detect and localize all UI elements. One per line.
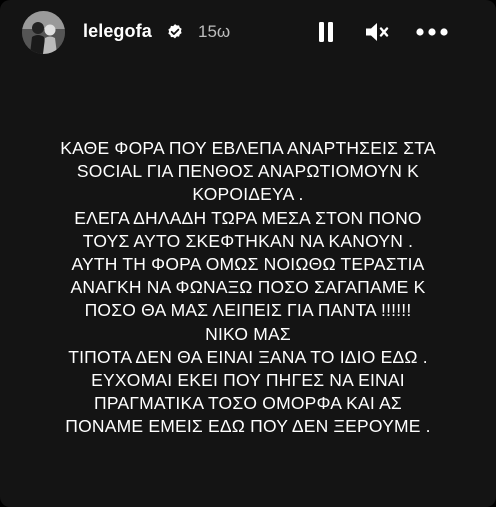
story-viewer: lelegofa 15ω ΚΑΘΕ ΦΟΡΑ ΠΟΥ ΕΒΛΕΠΑ ΑΝΑΡΤΗ… bbox=[0, 0, 496, 507]
pause-icon bbox=[319, 22, 333, 42]
story-text-line: ΝΙΚΟ ΜΑΣ bbox=[205, 323, 291, 344]
muted-speaker-icon bbox=[366, 23, 389, 41]
story-text-line: SOCIAL ΓΙΑ ΠΕΝΘΟΣ ΑΝΑΡΩΤΙΟΜΟΥΝ Κ bbox=[76, 161, 420, 182]
verified-badge-icon bbox=[166, 23, 184, 41]
story-text-line: ΠΡΑΓΜΑΤΙΚΑ ΤΟΣΟ ΟΜΟΡΦΑ ΚΑΙ ΑΣ bbox=[94, 393, 402, 414]
avatar-photo bbox=[22, 11, 65, 54]
pause-button[interactable] bbox=[316, 20, 336, 44]
story-text-line: ΚΑΘΕ ΦΟΡΑ ΠΟΥ ΕΒΛΕΠΑ ΑΝΑΡΤΗΣΕΙΣ ΣΤΑ bbox=[60, 138, 436, 158]
story-text-line: ΕΛΕΓΑ ΔΗΛΑΔΗ ΤΩΡΑ ΜΕΣΑ ΣΤΟΝ ΠΟΝΟ bbox=[74, 207, 422, 228]
story-text-line: ΑΥΤΗ ΤΗ ΦΟΡΑ ΟΜΩΣ ΝΟΙΩΘΩ ΤΕΡΑΣΤΙΑ bbox=[71, 254, 425, 275]
story-text-line: ΚΟΡΟΙΔΕΥΑ . bbox=[192, 184, 304, 205]
story-text-line: ΕΥΧΟΜΑΙ ΕΚΕΙ ΠΟΥ ΠΗΓΕΣ ΝΑ ΕΙΝΑΙ bbox=[91, 370, 405, 391]
story-timestamp: 15ω bbox=[198, 22, 231, 41]
story-text-line: ΠΟΝΑΜΕ ΕΜΕΙΣ ΕΔΩ ΠΟΥ ΔΕΝ ΞΕΡΟΥΜΕ . bbox=[65, 416, 431, 437]
story-text-line: ΑΝΑΓΚΗ ΝΑ ΦΩΝΑΞΩ ΠΟΣΟ ΣΑΓΑΠΑΜΕ Κ bbox=[70, 277, 426, 298]
mute-button[interactable] bbox=[364, 20, 390, 44]
username[interactable]: lelegofa bbox=[83, 21, 152, 42]
story-text-line: ΤΟΥΣ ΑΥΤΟ ΣΚΕΦΤΗΚΑΝ ΝΑ ΚΑΝΟΥΝ . bbox=[82, 230, 414, 251]
story-text-line: ΤΙΠΟΤΑ ΔΕΝ ΘΑ ΕΙΝΑΙ ΞΑΝΑ ΤΟ ΙΔΙΟ ΕΔΩ . bbox=[68, 346, 428, 367]
story-text: ΚΑΘΕ ΦΟΡΑ ΠΟΥ ΕΒΛΕΠΑ ΑΝΑΡΤΗΣΕΙΣ ΣΤΑ SOCI… bbox=[8, 137, 488, 439]
more-options-button[interactable] bbox=[414, 20, 450, 44]
more-options-icon bbox=[416, 28, 448, 36]
avatar[interactable] bbox=[22, 11, 65, 54]
story-text-line: ΠΟΣΟ ΘΑ ΜΑΣ ΛΕΙΠΕΙΣ ΓΙΑ ΠΑΝΤΑ !!!!!! bbox=[84, 300, 412, 321]
story-header: lelegofa 15ω bbox=[0, 0, 496, 64]
